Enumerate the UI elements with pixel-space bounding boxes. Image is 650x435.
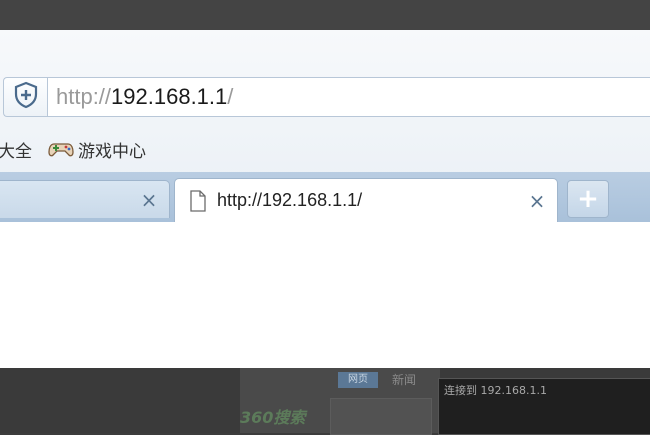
background-search-box xyxy=(330,398,432,435)
url-host: 192.168.1.1 xyxy=(111,84,228,109)
background-logo: 360搜索 xyxy=(240,408,306,427)
url-scheme: http:// xyxy=(56,84,112,109)
background-news-link: 新闻 xyxy=(392,373,417,387)
shield-icon xyxy=(13,81,39,113)
close-icon[interactable]: × xyxy=(527,191,547,211)
url-path: / xyxy=(227,84,234,109)
tab-current[interactable]: http://192.168.1.1/ × xyxy=(174,178,558,222)
gamepad-icon xyxy=(48,140,74,158)
bookmark-daquan[interactable]: 大全 xyxy=(0,137,32,162)
bookmark-game-center[interactable]: 游戏中心 xyxy=(48,137,146,162)
window-top-bar xyxy=(0,0,650,30)
address-bar[interactable]: http://192.168.1.1/ xyxy=(47,77,650,117)
bookmarks-bar: 大全 游戏中心 xyxy=(0,126,650,172)
bookmark-label: 大全 xyxy=(0,141,32,162)
document-icon xyxy=(189,190,207,216)
browser-window: http://192.168.1.1/ 大全 游戏中心 × http://192… xyxy=(0,30,650,368)
page-content xyxy=(0,222,650,368)
background-dialog-title: 连接到 192.168.1.1 xyxy=(444,384,547,397)
tab-title: http://192.168.1.1/ xyxy=(217,190,363,210)
browser-chrome: http://192.168.1.1/ 大全 游戏中心 × http://192… xyxy=(0,30,650,222)
security-shield-button[interactable] xyxy=(3,77,47,117)
tab-strip: × http://192.168.1.1/ × xyxy=(0,172,650,222)
tab-previous[interactable]: × xyxy=(0,180,170,218)
bookmark-label: 游戏中心 xyxy=(78,141,146,162)
navigation-toolbar: http://192.168.1.1/ xyxy=(0,70,650,120)
background-tab-web: 网页 xyxy=(338,372,378,388)
new-tab-button[interactable]: + xyxy=(567,180,609,218)
close-icon[interactable]: × xyxy=(139,190,159,210)
